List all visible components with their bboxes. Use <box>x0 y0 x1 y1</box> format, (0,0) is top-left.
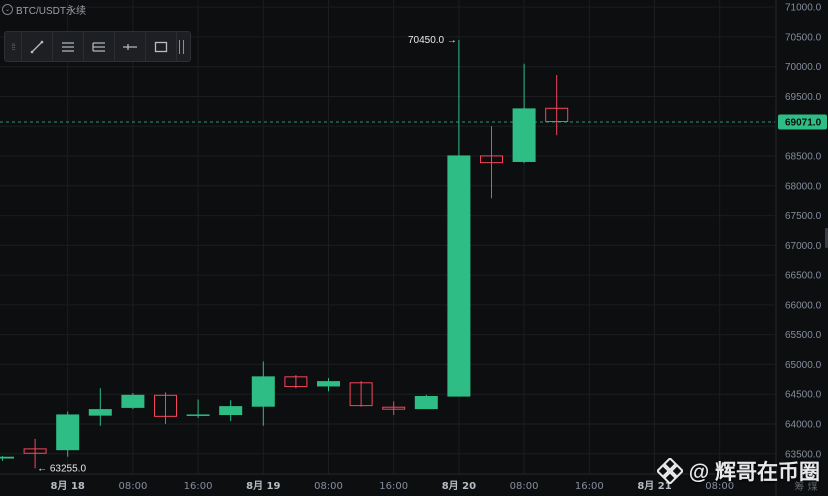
time-tick-label: 08:00 <box>510 481 539 492</box>
candle <box>219 400 243 422</box>
price-tick-label: 71000.0 <box>785 3 822 14</box>
price-tick-label: 68000.0 <box>785 181 822 192</box>
price-tick-label: 65000.0 <box>785 360 822 371</box>
fib-levels-button[interactable] <box>83 32 114 61</box>
candle <box>447 39 471 397</box>
candle-body-up <box>251 376 275 407</box>
time-tick-label: 16:00 <box>575 481 604 492</box>
price-tick-label: 69500.0 <box>785 92 822 103</box>
time-tick-label: 16:00 <box>184 481 213 492</box>
fib-levels-icon <box>92 41 105 52</box>
time-tick-label: 08:00 <box>118 481 147 492</box>
rectangle-button[interactable] <box>145 32 176 61</box>
candle <box>284 375 308 389</box>
price-axis[interactable]: 63500.064000.064500.065000.065500.066000… <box>775 0 828 496</box>
toolbar-drag-handle-icon[interactable]: ⁞⁞ <box>5 32 21 61</box>
price-tick-label: 64500.0 <box>785 390 822 401</box>
price-tick-label: 68500.0 <box>785 152 822 163</box>
candlestick-chart[interactable]: 70450.0 →← 63255.0 63500.064000.064500.0… <box>0 0 828 496</box>
candle <box>251 361 275 426</box>
candle-body-up <box>219 406 243 416</box>
candle-body-up <box>447 155 471 397</box>
watermark: @ 辉哥在币圈 <box>656 456 820 486</box>
candle <box>154 392 177 424</box>
trend-line-icon <box>30 40 44 53</box>
candle-body-up <box>88 409 112 416</box>
candle-body-up <box>414 395 438 410</box>
watermark-text: @ 辉哥在币圈 <box>688 461 820 484</box>
candle-body-up <box>186 414 210 416</box>
candle <box>186 399 210 419</box>
high-price-label: 70450.0 → <box>408 35 457 46</box>
candle <box>414 394 438 410</box>
candle <box>512 63 536 164</box>
horizontal-line-icon <box>123 43 137 50</box>
time-tick-label: 8月 18 <box>51 480 85 492</box>
current-price-tag-label: 69071.0 <box>785 118 822 129</box>
time-tick-label: 8月 20 <box>442 480 476 492</box>
price-tick-label: 67000.0 <box>785 241 822 252</box>
parallel-channel-icon <box>62 41 74 52</box>
price-tick-label: 66500.0 <box>785 271 822 282</box>
price-tick-label: 70000.0 <box>785 62 822 73</box>
price-tick-label: 67500.0 <box>785 211 822 222</box>
candle <box>317 378 340 392</box>
candle-body-up <box>317 381 340 387</box>
rectangle-icon <box>154 41 168 52</box>
binance-square-logo-icon <box>656 458 683 484</box>
candle-body-up <box>121 394 145 408</box>
candle <box>56 411 80 457</box>
price-tick-label: 66000.0 <box>785 300 822 311</box>
candle <box>121 393 145 410</box>
price-tick-label: 64000.0 <box>785 419 822 430</box>
candle <box>480 126 503 199</box>
toolbar-more-icon[interactable] <box>176 32 186 61</box>
candle-body-up <box>0 456 14 459</box>
chart-grid <box>0 0 775 474</box>
candle-body-up <box>56 414 80 451</box>
candle <box>0 456 14 461</box>
candles <box>0 39 569 469</box>
time-tick-label: 8月 19 <box>246 480 280 492</box>
time-tick-label: 08:00 <box>314 481 343 492</box>
price-tick-label: 70500.0 <box>785 32 822 43</box>
time-tick-label: 16:00 <box>379 481 408 492</box>
trend-line-button[interactable] <box>21 32 52 61</box>
symbol-header[interactable]: ⌄ BTC/USDT永续 <box>2 2 86 17</box>
collapse-chevron-icon[interactable]: ⌄ <box>2 4 13 15</box>
low-price-label: ← 63255.0 <box>37 463 86 474</box>
price-tick-label: 65500.0 <box>785 330 822 341</box>
symbol-label: BTC/USDT永续 <box>16 6 86 17</box>
candle <box>382 401 406 416</box>
drawing-toolbar: ⁞⁞ <box>4 31 191 62</box>
horizontal-line-button[interactable] <box>114 32 145 61</box>
candle-body-up <box>512 108 536 162</box>
parallel-channel-button[interactable] <box>52 32 83 61</box>
